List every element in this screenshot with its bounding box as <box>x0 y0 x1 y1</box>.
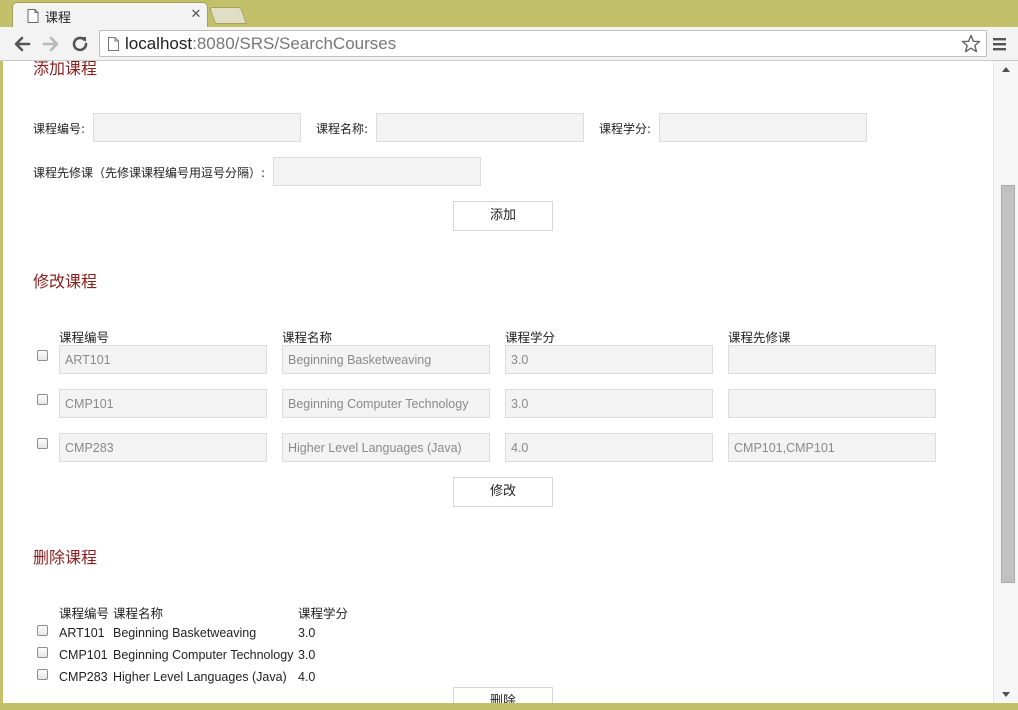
modify-header-prereq: 课程先修课 <box>728 330 791 345</box>
page-icon <box>27 9 39 23</box>
bookmark-star-icon[interactable] <box>960 33 982 55</box>
address-bar[interactable]: localhost:8080/SRS/SearchCourses <box>99 30 987 57</box>
menu-icon[interactable] <box>990 34 1010 54</box>
modify-row-checkbox[interactable] <box>37 350 48 361</box>
url-text[interactable]: localhost:8080/SRS/SearchCourses <box>125 34 396 54</box>
add-course-name-input[interactable] <box>376 113 584 142</box>
delete-course-name: Beginning Computer Technology <box>113 648 294 662</box>
delete-header-name: 课程名称 <box>113 606 164 621</box>
add-credits-input[interactable] <box>659 113 867 142</box>
window-frame-bottom <box>0 703 1018 710</box>
course-name-label: 课程名称: <box>316 122 369 136</box>
modify-course-name-field[interactable] <box>282 433 490 462</box>
reload-icon[interactable] <box>69 33 91 55</box>
forward-arrow-icon[interactable] <box>40 33 62 55</box>
scrollbar-thumb[interactable] <box>1001 185 1015 583</box>
modify-prereq-field[interactable] <box>728 345 936 374</box>
modify-course-name-field[interactable] <box>282 389 490 418</box>
tab-title: 课程 <box>45 11 72 26</box>
browser-toolbar: localhost:8080/SRS/SearchCourses <box>0 27 1018 61</box>
modify-credits-field[interactable] <box>505 433 713 462</box>
delete-course-name: Higher Level Languages (Java) <box>113 670 287 684</box>
add-prereq-input[interactable] <box>273 157 481 186</box>
delete-credits: 3.0 <box>298 626 316 640</box>
delete-course-no: ART101 <box>59 626 105 640</box>
add-course-no-input[interactable] <box>93 113 301 142</box>
delete-row-checkbox[interactable] <box>37 647 48 658</box>
browser-tab[interactable]: 课程 ✕ <box>12 2 208 27</box>
scroll-up-arrow-icon[interactable] <box>1002 67 1010 72</box>
course-no-label: 课程编号: <box>33 122 86 136</box>
modify-row-checkbox[interactable] <box>37 438 48 449</box>
modify-prereq-field[interactable] <box>728 433 936 462</box>
add-button[interactable]: 添加 <box>453 201 553 231</box>
modify-course-name-field[interactable] <box>282 345 490 374</box>
vertical-scrollbar[interactable] <box>993 61 1018 703</box>
delete-row-checkbox[interactable] <box>37 625 48 636</box>
modify-button[interactable]: 修改 <box>453 477 553 507</box>
delete-header-credits: 课程学分 <box>298 606 349 621</box>
delete-course-no: CMP101 <box>59 648 108 662</box>
tab-strip: 课程 ✕ <box>0 0 1018 27</box>
modify-header-credits: 课程学分 <box>505 330 556 345</box>
prereq-label: 课程先修课（先修课课程编号用逗号分隔）: <box>33 166 266 180</box>
modify-credits-field[interactable] <box>505 389 713 418</box>
delete-credits: 4.0 <box>298 670 316 684</box>
modify-header-no: 课程编号 <box>59 330 110 345</box>
modify-row-checkbox[interactable] <box>37 394 48 405</box>
delete-course-name: Beginning Basketweaving <box>113 626 257 640</box>
delete-course-heading: 删除课程 <box>33 548 98 567</box>
delete-credits: 3.0 <box>298 648 316 662</box>
delete-course-no: CMP283 <box>59 670 108 684</box>
modify-course-no-field[interactable] <box>59 389 267 418</box>
modify-course-no-field[interactable] <box>59 345 267 374</box>
modify-course-heading: 修改课程 <box>33 272 98 291</box>
scroll-down-arrow-icon[interactable] <box>1002 692 1010 697</box>
delete-button[interactable]: 删除 <box>453 687 553 703</box>
delete-header-no: 课程编号 <box>59 606 110 621</box>
add-course-heading: 添加课程 <box>33 61 98 78</box>
back-arrow-icon[interactable] <box>11 33 33 55</box>
modify-credits-field[interactable] <box>505 345 713 374</box>
page-viewport: 添加课程 课程编号: 课程名称: 课程学分: 课程先修课（先修课课程编号用逗号分… <box>3 61 993 703</box>
new-tab-button[interactable] <box>208 7 248 24</box>
delete-row-checkbox[interactable] <box>37 669 48 680</box>
modify-prereq-field[interactable] <box>728 389 936 418</box>
credits-label: 课程学分: <box>599 122 652 136</box>
modify-course-no-field[interactable] <box>59 433 267 462</box>
close-icon[interactable]: ✕ <box>189 8 203 22</box>
document-icon <box>108 37 119 51</box>
modify-header-name: 课程名称 <box>282 330 333 345</box>
